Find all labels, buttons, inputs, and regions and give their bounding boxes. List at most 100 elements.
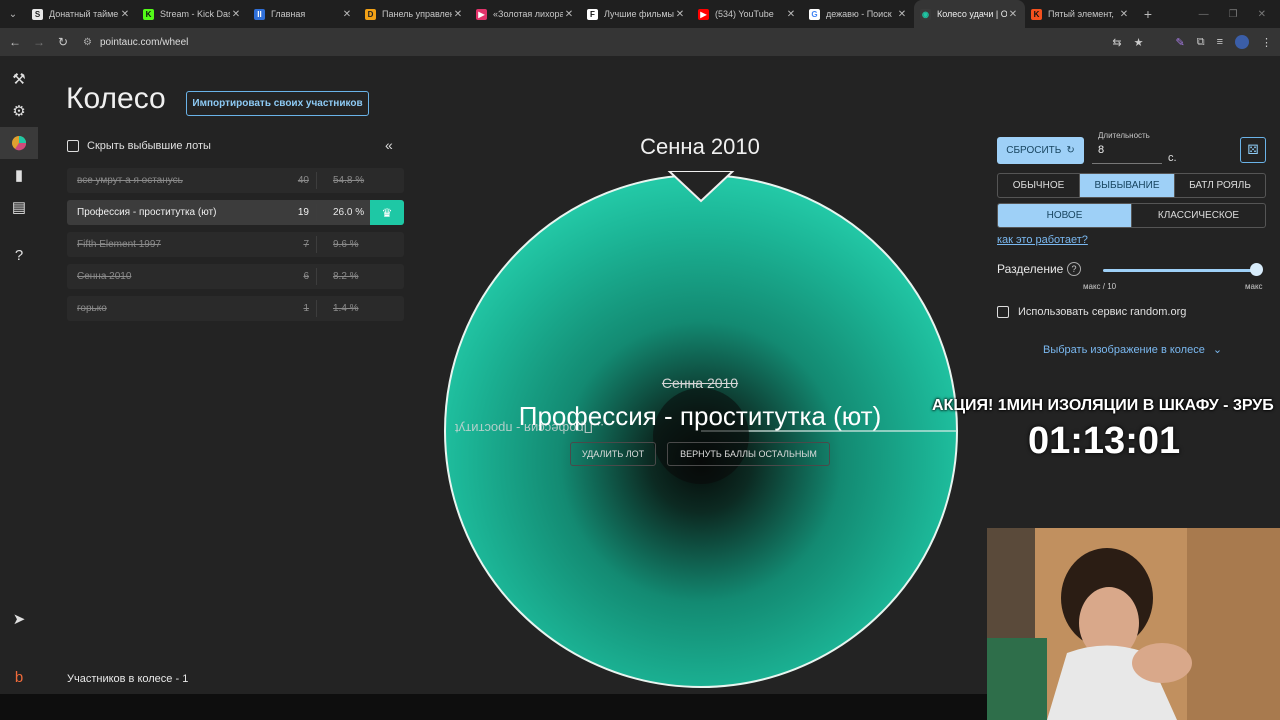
tab-label: Лучшие фильмы [604, 9, 674, 19]
lot-name: Fifth Element 1997 [77, 239, 161, 250]
url-text: pointauc.com/wheel [99, 36, 189, 48]
mode-option[interactable]: ВЫБЫВАНИЕ [1080, 174, 1175, 197]
tab-close-icon[interactable]: ✕ [563, 9, 575, 20]
browser-tab[interactable]: D Панель управлен ✕ [359, 0, 470, 28]
toolbar-icons: ⇆ ★ ✎ ⧉ ≡ ⋮ [1112, 28, 1272, 56]
lot-value: 19 [297, 207, 309, 218]
duration-label: Длительность [1098, 131, 1150, 140]
lot-row[interactable]: горько 1 1.4 % [67, 296, 404, 321]
history-clipboard-icon[interactable]: ▤ [0, 191, 38, 223]
hide-eliminated-checkbox-row[interactable]: Скрыть выбывшие лоты [67, 140, 211, 152]
help-question-icon[interactable]: ? [0, 239, 38, 271]
tab-label: Панель управлен [382, 9, 452, 19]
tab-close-icon[interactable]: ✕ [230, 9, 242, 20]
random-org-checkbox[interactable] [997, 306, 1009, 318]
forward-icon[interactable]: → [27, 35, 51, 49]
wheel-pie-icon[interactable] [0, 127, 38, 159]
browser-tab[interactable]: Gдежавю - Поиск ✕ [803, 0, 914, 28]
browser-tab[interactable]: II Главная ✕ [248, 0, 359, 28]
browser-tab[interactable]: K Пятый элемент, ✕ [1025, 0, 1136, 28]
duration-input[interactable]: 8 [1092, 142, 1162, 164]
participants-count: Участников в колесе - 1 [67, 673, 189, 685]
tab-favicon-icon: G [809, 8, 820, 20]
browser-tab[interactable]: K Stream - Kick Das ✕ [137, 0, 248, 28]
delete-lot-button[interactable]: УДАЛИТЬ ЛОТ [570, 442, 656, 466]
collapse-list-icon[interactable]: « [385, 137, 393, 153]
tab-favicon-icon: ▶ [476, 8, 487, 20]
lot-row[interactable]: все умрут а я останусь 40 54.8 % [67, 168, 404, 193]
settings-gear-icon[interactable]: ⚙ [0, 95, 38, 127]
lot-name: все умрут а я останусь [77, 175, 183, 186]
split-slider-thumb[interactable] [1250, 263, 1263, 276]
import-participants-button[interactable]: Импортировать своих участников [186, 91, 369, 116]
boosty-icon[interactable]: b [0, 661, 38, 693]
return-points-button[interactable]: ВЕРНУТЬ БАЛЛЫ ОСТАЛЬНЫМ [667, 442, 830, 466]
bookmark-star-icon[interactable]: ★ [1134, 36, 1144, 49]
random-org-row[interactable]: Использовать сервис random.org [997, 306, 1186, 318]
tab-close-icon[interactable]: ✕ [896, 9, 908, 20]
auction-hammer-icon[interactable]: ⚒ [0, 63, 38, 95]
tab-label: Колесо удачи | О [937, 9, 1007, 19]
chevron-down-icon: ⌄ [1212, 344, 1223, 356]
lot-name: Сенна 2010 [77, 271, 132, 282]
url-field[interactable]: ⚙ pointauc.com/wheel [83, 37, 188, 48]
minimize-icon[interactable]: — [1199, 9, 1209, 20]
tab-close-icon[interactable]: ✕ [785, 9, 797, 20]
split-slider-track[interactable] [1103, 269, 1256, 272]
browser-tab[interactable]: S Донатный таймер ✕ [26, 0, 137, 28]
translate-icon[interactable]: ⇆ [1112, 36, 1121, 49]
wheel-style-option[interactable]: НОВОЕ [998, 204, 1132, 227]
lot-divider [316, 300, 317, 317]
wheel-style-option[interactable]: КЛАССИЧЕСКОЕ [1132, 204, 1265, 227]
restore-icon[interactable]: ❐ [1229, 9, 1238, 20]
hide-eliminated-checkbox[interactable] [67, 140, 79, 152]
mode-option[interactable]: БАТЛ РОЯЛЬ [1175, 174, 1265, 197]
telegram-icon[interactable]: ➤ [0, 603, 38, 635]
back-icon[interactable]: ← [3, 35, 27, 49]
tab-label: (534) YouTube [715, 9, 774, 19]
reset-button[interactable]: СБРОСИТЬ ↻ [997, 137, 1084, 164]
lot-percent: 54.8 % [333, 175, 365, 186]
lot-percent: 26.0 % [333, 207, 365, 218]
lot-row[interactable]: Сенна 2010 6 8.2 % [67, 264, 404, 289]
tab-favicon-icon: K [1031, 8, 1042, 20]
tab-search-icon[interactable]: ⌄ [0, 0, 26, 28]
site-settings-icon[interactable]: ⚙ [83, 37, 92, 48]
tab-close-icon[interactable]: ✕ [674, 9, 686, 20]
mode-option[interactable]: ОБЫЧНОЕ [998, 174, 1080, 197]
lot-value: 6 [303, 271, 309, 282]
media-controls-icon[interactable]: ≡ [1217, 36, 1223, 48]
lot-row[interactable]: Профессия - проститутка (ют) 19 26.0 % ♛ [67, 200, 404, 225]
profile-avatar[interactable] [1235, 35, 1249, 49]
browser-tab[interactable]: ◉ Колесо удачи | О ✕ [914, 0, 1025, 28]
menu-icon[interactable]: ⋮ [1261, 36, 1272, 49]
tab-favicon-icon: F [587, 8, 598, 20]
close-window-icon[interactable]: ✕ [1258, 9, 1266, 20]
lot-row[interactable]: Fifth Element 1997 7 9.6 % [67, 232, 404, 257]
tab-close-icon[interactable]: ✕ [452, 9, 464, 20]
browser-tab[interactable]: F Лучшие фильмы ✕ [581, 0, 692, 28]
tab-close-icon[interactable]: ✕ [341, 9, 353, 20]
tab-close-icon[interactable]: ✕ [1118, 9, 1130, 20]
tab-label: Донатный таймер [49, 9, 119, 19]
extensions-icon[interactable]: ⧉ [1197, 36, 1205, 49]
tab-close-icon[interactable]: ✕ [119, 9, 131, 20]
random-dice-icon[interactable]: ⚄ [1240, 137, 1266, 163]
pen-extension-icon[interactable]: ✎ [1176, 36, 1185, 49]
tab-close-icon[interactable]: ✕ [1007, 9, 1019, 20]
reload-icon[interactable]: ↻ [51, 35, 75, 49]
lot-divider [316, 236, 317, 253]
lot-name: Профессия - проститутка (ют) [77, 207, 217, 218]
tab-favicon-icon: S [32, 8, 43, 20]
lot-divider [316, 204, 317, 221]
split-help-icon[interactable]: ? [1067, 262, 1081, 276]
new-tab-button[interactable]: + [1136, 6, 1160, 22]
tab-label: Stream - Kick Das [160, 9, 230, 19]
eliminated-lot-label: Сенна 2010 [661, 375, 739, 391]
statistics-chart-icon[interactable]: ▮ [0, 159, 38, 191]
browser-tab[interactable]: ▶ (534) YouTube ✕ [692, 0, 803, 28]
browser-tab[interactable]: ▶ «Золотая лихорад ✕ [470, 0, 581, 28]
how-it-works-link[interactable]: как это работает? [997, 234, 1088, 246]
stream-timer: 01:13:01 [1028, 420, 1181, 462]
pick-image-dropdown[interactable]: Выбрать изображение в колесе ⌄ [1043, 343, 1223, 357]
